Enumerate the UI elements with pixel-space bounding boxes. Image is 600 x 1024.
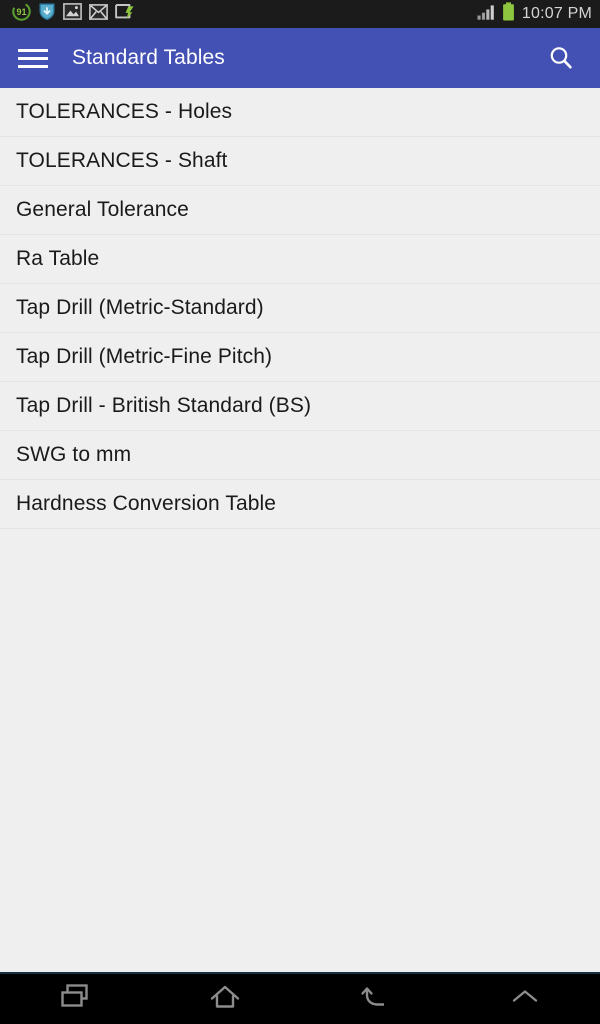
list-item[interactable]: Ra Table (0, 235, 600, 284)
app-bar: Standard Tables (0, 28, 600, 88)
screenshot-image-icon (63, 3, 82, 25)
list-item[interactable]: Tap Drill - British Standard (BS) (0, 382, 600, 431)
list-item-label: Tap Drill (Metric-Fine Pitch) (16, 345, 273, 368)
download-shield-icon (38, 2, 56, 26)
menu-bar-top (18, 48, 48, 52)
home-icon (207, 982, 243, 1017)
list-item-label: Tap Drill - British Standard (BS) (16, 394, 312, 417)
battery-icon (502, 2, 515, 26)
list-item-label: SWG to mm (16, 443, 132, 466)
back-button[interactable] (300, 974, 450, 1024)
page-title: Standard Tables (72, 46, 225, 69)
list-item-label: Hardness Conversion Table (16, 492, 277, 515)
standard-tables-list[interactable]: TOLERANCES - Holes TOLERANCES - Shaft Ge… (0, 88, 600, 972)
svg-text:91: 91 (16, 7, 26, 17)
list-item[interactable]: Tap Drill (Metric-Fine Pitch) (0, 333, 600, 382)
hamburger-menu-icon[interactable] (16, 41, 50, 75)
home-button[interactable] (150, 974, 300, 1024)
status-bar-system-icons: 10:07 PM (477, 2, 592, 26)
menu-bar-bottom (18, 64, 48, 68)
list-item-label: TOLERANCES - Holes (16, 100, 233, 123)
mail-envelope-icon (89, 3, 108, 25)
list-item[interactable]: TOLERANCES - Shaft (0, 137, 600, 186)
list-item-label: Tap Drill (Metric-Standard) (16, 296, 264, 319)
list-item[interactable]: General Tolerance (0, 186, 600, 235)
list-item[interactable]: Hardness Conversion Table (0, 480, 600, 529)
android-navigation-bar (0, 972, 600, 1024)
search-icon[interactable] (542, 39, 580, 77)
list-item[interactable]: TOLERANCES - Holes (0, 88, 600, 137)
chevron-up-icon (507, 982, 543, 1017)
recent-apps-button[interactable] (0, 974, 150, 1024)
recent-apps-icon (57, 982, 93, 1017)
signal-bars-icon (477, 4, 496, 25)
status-bar-notification-icons: 91 (12, 2, 135, 26)
back-arrow-icon (357, 982, 393, 1017)
usb-transfer-icon (115, 3, 135, 25)
menu-bar-middle (18, 56, 48, 60)
app-screen: 91 10:07 PM Standard Tables TOLERANCES -… (0, 0, 600, 1024)
list-item-label: General Tolerance (16, 198, 189, 221)
list-item-label: Ra Table (16, 247, 100, 270)
battery-saver-91-icon: 91 (12, 2, 31, 26)
status-bar: 91 10:07 PM (0, 0, 600, 28)
status-bar-clock: 10:07 PM (521, 5, 592, 22)
list-item-label: TOLERANCES - Shaft (16, 149, 228, 172)
list-item[interactable]: Tap Drill (Metric-Standard) (0, 284, 600, 333)
hide-navbar-button[interactable] (450, 974, 600, 1024)
list-item[interactable]: SWG to mm (0, 431, 600, 480)
